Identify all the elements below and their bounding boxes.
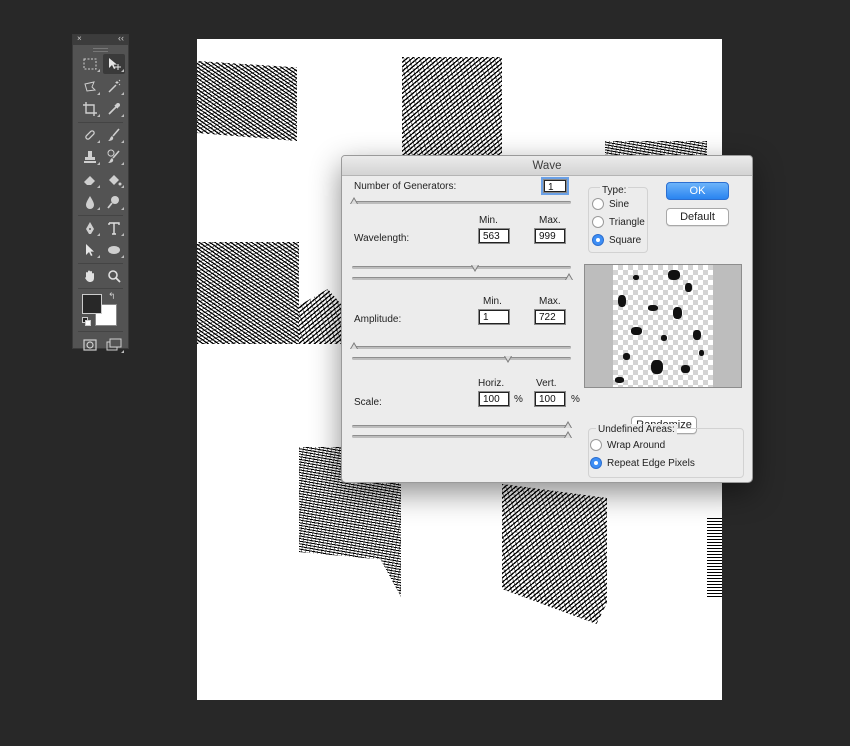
wrap-around-label: Wrap Around: [607, 439, 666, 451]
healing-brush-icon[interactable]: [79, 125, 101, 145]
tools-divider: [78, 262, 123, 264]
swap-colors-icon[interactable]: ↰: [108, 291, 116, 302]
rect-marquee-icon[interactable]: [79, 54, 101, 74]
scale-vert-slider[interactable]: [352, 435, 571, 438]
type-triangle-radio[interactable]: Triangle: [592, 216, 645, 228]
wave-pattern-patch: [197, 61, 297, 141]
amplitude-min-field[interactable]: 1: [478, 309, 510, 325]
scale-label: Scale:: [354, 397, 382, 408]
foreground-color-swatch[interactable]: [82, 294, 102, 314]
undefined-areas-label: Undefined Areas:: [596, 424, 677, 435]
wave-pattern-patch: [402, 57, 502, 157]
generators-slider-thumb[interactable]: [350, 197, 358, 205]
wavelength-min-thumb[interactable]: [471, 265, 479, 273]
path-selection-icon[interactable]: [79, 240, 101, 260]
screen-mode-icon[interactable]: [103, 335, 125, 355]
eyedropper-icon[interactable]: [103, 99, 125, 119]
dodge-icon[interactable]: [103, 192, 125, 212]
generators-slider[interactable]: [352, 201, 571, 204]
wavelength-max-label: Max.: [539, 215, 561, 226]
tools-divider: [78, 288, 123, 289]
quick-mask-icon[interactable]: [79, 335, 101, 355]
scale-vert-thumb[interactable]: [564, 431, 572, 439]
undefined-areas-group: [588, 428, 744, 478]
type-icon[interactable]: [103, 218, 125, 238]
amplitude-max-thumb[interactable]: [504, 356, 512, 364]
radio-dot: [592, 198, 604, 210]
eraser-icon[interactable]: [79, 170, 101, 190]
paint-bucket-icon[interactable]: [103, 170, 125, 190]
ellipse-shape-icon[interactable]: [103, 240, 125, 260]
clone-stamp-icon[interactable]: [79, 147, 101, 167]
amplitude-label: Amplitude:: [354, 314, 402, 325]
scale-horiz-thumb[interactable]: [564, 421, 572, 429]
scale-horiz-slider[interactable]: [352, 425, 571, 428]
wavelength-max-slider[interactable]: [352, 277, 571, 280]
wavelength-min-slider[interactable]: [352, 266, 571, 269]
default-button[interactable]: Default: [666, 208, 729, 226]
radio-dot: [590, 457, 602, 469]
generators-label: Number of Generators:: [354, 181, 457, 192]
wave-pattern-patch: [197, 242, 299, 344]
radio-dot: [592, 234, 604, 246]
history-brush-icon[interactable]: [103, 147, 125, 167]
type-sine-label: Sine: [609, 198, 630, 210]
type-square-radio[interactable]: Square: [592, 234, 641, 246]
ok-button[interactable]: OK: [666, 182, 729, 200]
amplitude-min-slider[interactable]: [352, 346, 571, 349]
type-square-label: Square: [609, 234, 642, 246]
amplitude-max-label: Max.: [539, 296, 561, 307]
scale-vert-label: Vert.: [536, 378, 557, 389]
wave-pattern-patch: [707, 517, 722, 597]
scale-horiz-field[interactable]: 100: [478, 391, 510, 407]
zoom-icon[interactable]: [103, 266, 125, 286]
radio-dot: [592, 216, 604, 228]
wavelength-max-thumb[interactable]: [565, 273, 573, 281]
wave-pattern-patch: [502, 484, 607, 624]
preview-image: [613, 265, 713, 387]
scale-vert-field[interactable]: 100: [534, 391, 566, 407]
wavelength-min-field[interactable]: 563: [478, 228, 510, 244]
scale-horiz-label: Horiz.: [478, 378, 505, 389]
pen-icon[interactable]: [79, 218, 101, 238]
wave-pattern-patch: [299, 289, 347, 344]
wrap-around-radio[interactable]: Wrap Around: [590, 439, 665, 451]
lasso-icon[interactable]: [79, 77, 101, 97]
generators-field[interactable]: 1: [543, 179, 567, 193]
amplitude-max-field[interactable]: 722: [534, 309, 566, 325]
blur-icon[interactable]: [79, 192, 101, 212]
wavelength-min-label: Min.: [479, 215, 498, 226]
preview-pane[interactable]: [584, 264, 742, 388]
type-sine-radio[interactable]: Sine: [592, 198, 629, 210]
panel-grip[interactable]: [73, 45, 128, 53]
crop-icon[interactable]: [79, 99, 101, 119]
amplitude-min-label: Min.: [483, 296, 502, 307]
hand-icon[interactable]: [79, 266, 101, 286]
dialog-title[interactable]: Wave: [342, 156, 752, 176]
close-icon[interactable]: ×: [77, 34, 82, 43]
scale-vert-percent: %: [571, 394, 580, 405]
tools-divider: [78, 331, 123, 332]
radio-dot: [590, 439, 602, 451]
repeat-edge-pixels-label: Repeat Edge Pixels: [607, 457, 695, 469]
amplitude-max-slider[interactable]: [352, 357, 571, 360]
wavelength-label: Wavelength:: [354, 233, 410, 244]
collapse-icon[interactable]: ‹‹: [118, 33, 124, 43]
tools-divider: [78, 214, 123, 216]
tools-panel-titlebar: × ‹‹: [73, 33, 128, 45]
move-icon[interactable]: [103, 54, 125, 75]
brush-icon[interactable]: [103, 125, 125, 145]
default-colors-icon[interactable]: [82, 317, 91, 326]
type-label: Type:: [600, 185, 629, 196]
magic-wand-icon[interactable]: [103, 77, 125, 97]
type-triangle-label: Triangle: [609, 216, 645, 228]
tools-panel: × ‹‹ ↰: [72, 33, 129, 354]
tools-divider: [78, 121, 123, 123]
wavelength-max-field[interactable]: 999: [534, 228, 566, 244]
scale-horiz-percent: %: [514, 394, 523, 405]
repeat-edge-pixels-radio[interactable]: Repeat Edge Pixels: [590, 457, 695, 469]
amplitude-min-thumb[interactable]: [350, 342, 358, 350]
wave-dialog: Wave Number of Generators: 1 Min. Max. W…: [341, 155, 753, 483]
color-swatches: ↰: [73, 290, 128, 330]
